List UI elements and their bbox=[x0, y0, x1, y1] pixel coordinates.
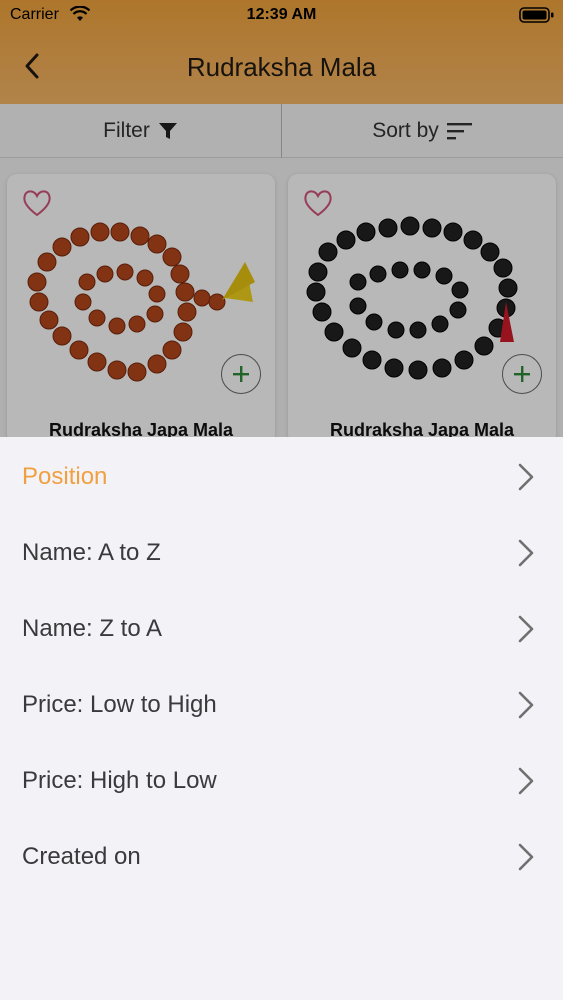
chevron-right-icon bbox=[518, 767, 534, 795]
chevron-right-icon bbox=[518, 463, 534, 491]
screen: Carrier 12:39 AM Rudraksha Mala Filter S… bbox=[0, 0, 563, 1000]
sort-option-label: Price: Low to High bbox=[22, 691, 217, 718]
sort-option-name-a-z[interactable]: Name: A to Z bbox=[0, 515, 563, 591]
sort-option-label: Price: High to Low bbox=[22, 767, 217, 794]
sort-option-price-high-low[interactable]: Price: High to Low bbox=[0, 743, 563, 819]
sort-option-label: Name: A to Z bbox=[22, 539, 161, 566]
sort-options-sheet: Position Name: A to Z Name: Z to A Price… bbox=[0, 437, 563, 1000]
sort-option-label: Created on bbox=[22, 843, 141, 870]
sort-option-label: Position bbox=[22, 463, 108, 490]
sort-option-name-z-a[interactable]: Name: Z to A bbox=[0, 591, 563, 667]
sort-option-price-low-high[interactable]: Price: Low to High bbox=[0, 667, 563, 743]
chevron-right-icon bbox=[518, 843, 534, 871]
chevron-right-icon bbox=[518, 539, 534, 567]
chevron-right-icon bbox=[518, 615, 534, 643]
sort-option-created-on[interactable]: Created on bbox=[0, 819, 563, 895]
sort-option-label: Name: Z to A bbox=[22, 615, 163, 642]
sort-option-position[interactable]: Position bbox=[0, 439, 563, 515]
chevron-right-icon bbox=[518, 691, 534, 719]
modal-backdrop[interactable] bbox=[0, 0, 563, 437]
